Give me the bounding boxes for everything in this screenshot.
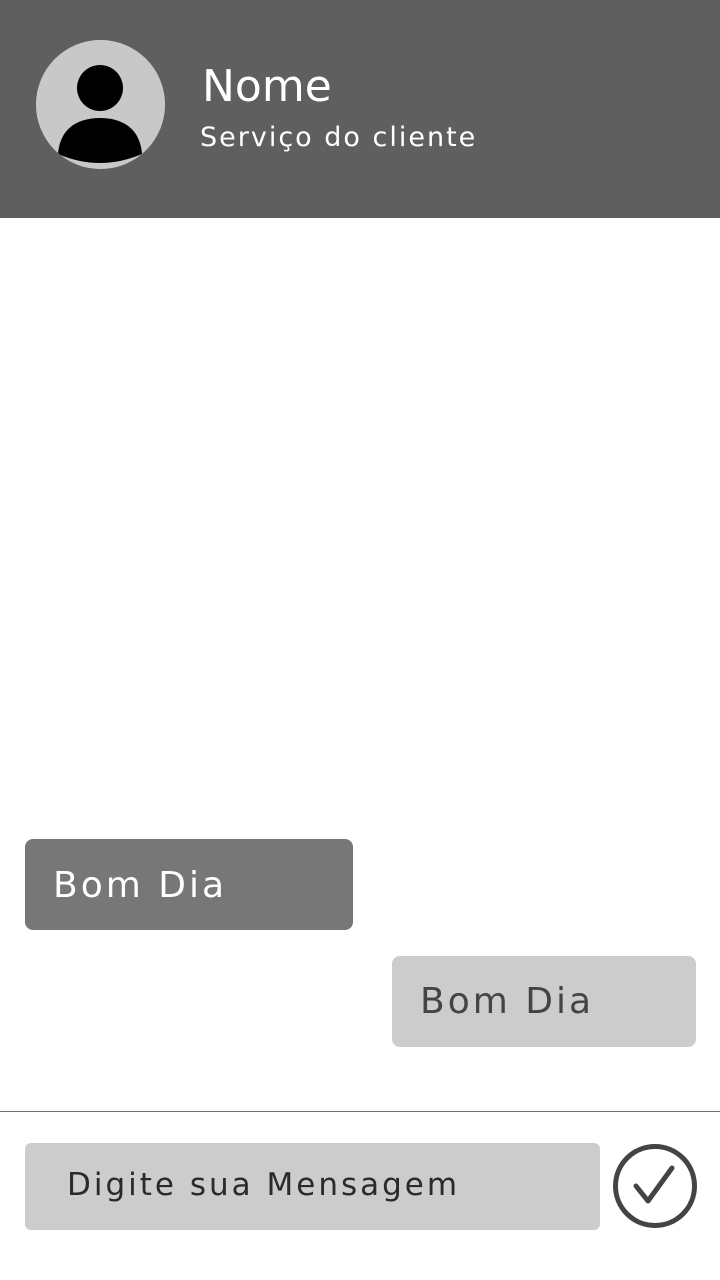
message-bubble-incoming: Bom Dia [25, 839, 353, 930]
chat-screen: Nome Serviço do cliente Bom Dia Bom Dia … [0, 0, 720, 1280]
send-button[interactable] [612, 1143, 698, 1229]
contact-subtitle: Serviço do cliente [200, 122, 478, 153]
chat-header: Nome Serviço do cliente [0, 0, 720, 218]
user-avatar-icon [36, 40, 165, 169]
contact-avatar[interactable] [36, 40, 165, 169]
check-circle-icon [613, 1144, 697, 1228]
composer-divider [0, 1111, 720, 1112]
message-bubble-outgoing: Bom Dia [392, 956, 696, 1047]
message-input[interactable]: Digite sua Mensagem [25, 1143, 600, 1230]
contact-name: Nome [202, 61, 332, 112]
